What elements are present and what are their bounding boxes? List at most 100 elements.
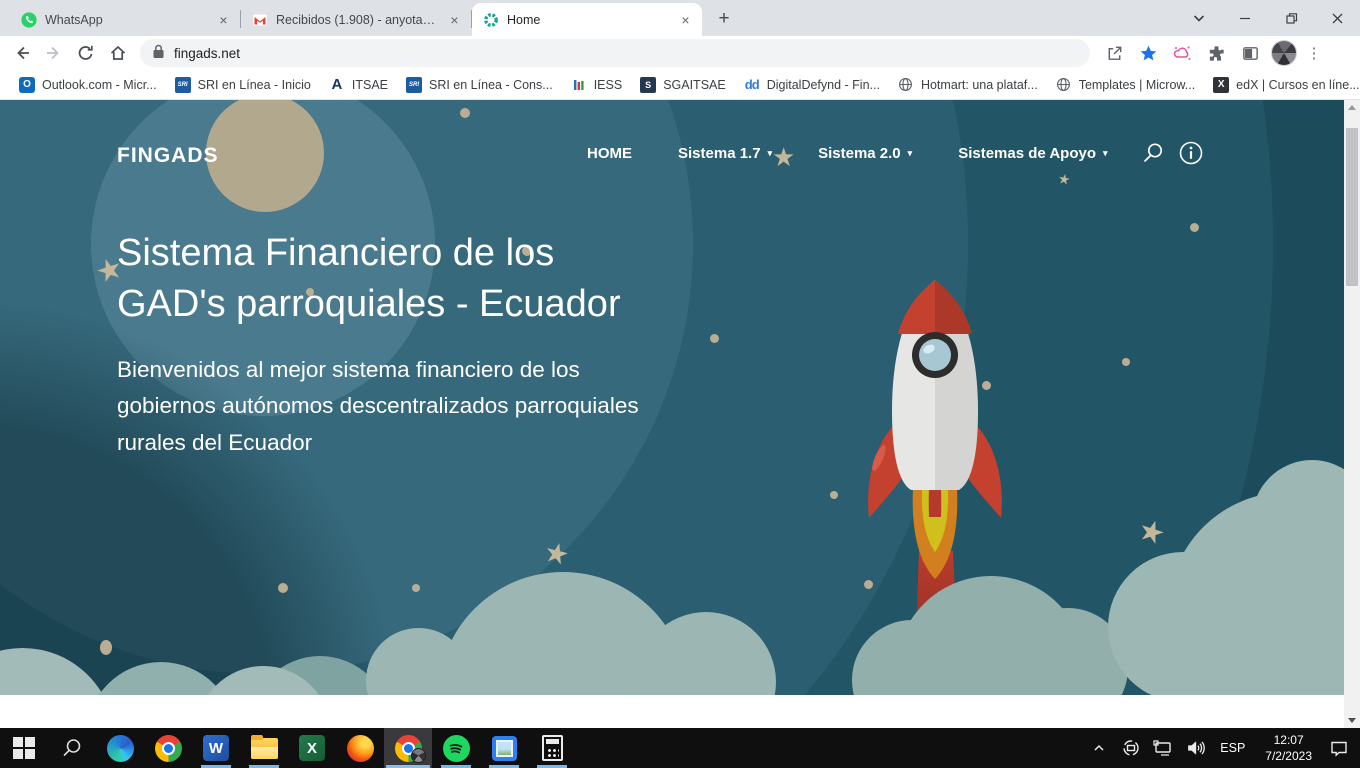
tab-title: WhatsApp xyxy=(45,13,207,27)
star-dot xyxy=(1122,358,1130,366)
star-dot xyxy=(278,583,288,593)
language-indicator[interactable]: ESP xyxy=(1214,741,1251,755)
browser-window: WhatsApp × Recibidos (1.908) - anyotaku1… xyxy=(0,0,1360,728)
bookmark-itsae[interactable]: A ITSAE xyxy=(320,73,397,97)
tray-volume-icon[interactable] xyxy=(1182,735,1208,761)
browser-menu-icon[interactable]: ⋮ xyxy=(1302,44,1326,62)
bookmark-label: SRI en Línea - Cons... xyxy=(429,78,553,92)
taskbar-photos[interactable] xyxy=(480,728,528,768)
action-center-icon[interactable] xyxy=(1326,735,1352,761)
bookmark-sri-consultas[interactable]: SRI SRI en Línea - Cons... xyxy=(397,73,562,97)
toolbar-actions: ⋮ xyxy=(1098,38,1326,68)
bookmark-edx[interactable]: X edX | Cursos en líne... xyxy=(1204,73,1360,97)
page-viewport: ★ ★ ★ ★ ★ xyxy=(0,100,1360,728)
taskbar-chrome[interactable] xyxy=(144,728,192,768)
moon-graphic xyxy=(206,100,324,212)
taskbar-edge[interactable] xyxy=(96,728,144,768)
bookmark-iess[interactable]: IESS xyxy=(562,73,632,97)
excel-icon: X xyxy=(299,735,325,761)
dropdown-caret-icon: ▾ xyxy=(768,148,773,159)
tray-cast-icon[interactable] xyxy=(1118,735,1144,761)
clock-time: 12:07 xyxy=(1265,732,1312,748)
scroll-down-arrow[interactable] xyxy=(1344,713,1360,728)
tab-close-icon[interactable]: × xyxy=(677,11,694,28)
tab-title: Home xyxy=(507,13,669,27)
tray-network-icon[interactable] xyxy=(1150,735,1176,761)
taskbar-firefox[interactable] xyxy=(336,728,384,768)
system-tray: ESP 12:07 7/2/2023 xyxy=(1086,732,1360,764)
nav-sistema-20[interactable]: Sistema 2.0 ▾ xyxy=(818,145,912,162)
nav-sistemas-apoyo[interactable]: Sistemas de Apoyo ▾ xyxy=(958,145,1107,162)
nav-label: Sistema 1.7 xyxy=(678,145,761,162)
clock[interactable]: 12:07 7/2/2023 xyxy=(1257,732,1320,764)
star-dot xyxy=(1190,223,1199,232)
taskbar-search-button[interactable] xyxy=(48,728,96,768)
tab-whatsapp[interactable]: WhatsApp × xyxy=(10,3,240,36)
bookmark-sri-inicio[interactable]: SRI SRI en Línea - Inicio xyxy=(166,73,320,97)
hero-section: Sistema Financiero de los GAD's parroqui… xyxy=(117,228,677,462)
hero-title: Sistema Financiero de los GAD's parroqui… xyxy=(117,228,662,330)
star-dot xyxy=(100,640,112,655)
site-search-icon[interactable] xyxy=(1140,140,1166,166)
windows-logo-icon xyxy=(13,737,35,759)
star-graphic: ★ xyxy=(1057,171,1072,187)
home-button[interactable] xyxy=(102,38,134,68)
back-button[interactable] xyxy=(6,38,38,68)
nav-label: Sistema 2.0 xyxy=(818,145,901,162)
bookmark-hotmart[interactable]: Hotmart: una plataf... xyxy=(889,73,1047,97)
fingads-favicon xyxy=(482,11,499,28)
scrollbar-thumb[interactable] xyxy=(1346,128,1358,286)
profile-avatar[interactable] xyxy=(1268,38,1300,68)
edge-icon xyxy=(107,735,134,762)
outlook-favicon: O xyxy=(19,77,35,93)
bookmark-digitaldefynd[interactable]: dd DigitalDefynd - Fin... xyxy=(735,73,889,97)
tab-gmail[interactable]: Recibidos (1.908) - anyotaku1606 × xyxy=(241,3,471,36)
taskbar-chrome-active[interactable] xyxy=(384,728,432,768)
taskbar-word[interactable]: W xyxy=(192,728,240,768)
bookmark-templates[interactable]: Templates | Microw... xyxy=(1047,73,1204,97)
whatsapp-favicon xyxy=(20,11,37,28)
taskbar-spotify[interactable] xyxy=(432,728,480,768)
share-icon[interactable] xyxy=(1098,38,1130,68)
bookmark-star-icon[interactable] xyxy=(1132,38,1164,68)
star-dot xyxy=(710,334,719,343)
extensions-puzzle-icon[interactable] xyxy=(1200,38,1232,68)
minimize-button[interactable] xyxy=(1222,0,1268,36)
tab-close-icon[interactable]: × xyxy=(446,11,463,28)
photos-icon xyxy=(492,736,517,761)
taskbar-excel[interactable]: X xyxy=(288,728,336,768)
site-logo[interactable]: FINGADS xyxy=(117,144,219,168)
tray-chevron-icon[interactable] xyxy=(1086,735,1112,761)
tab-search-button[interactable] xyxy=(1176,0,1222,36)
start-button[interactable] xyxy=(0,728,48,768)
bookmark-label: DigitalDefynd - Fin... xyxy=(767,78,880,92)
bookmark-label: SGAITSAE xyxy=(663,78,726,92)
forward-button[interactable] xyxy=(38,38,70,68)
scroll-up-arrow[interactable] xyxy=(1344,100,1360,115)
reload-button[interactable] xyxy=(70,38,102,68)
page-scrollbar[interactable] xyxy=(1344,100,1360,728)
profile-badge xyxy=(411,748,426,763)
desktop-screen: WhatsApp × Recibidos (1.908) - anyotaku1… xyxy=(0,0,1360,768)
new-tab-button[interactable]: + xyxy=(710,5,738,33)
word-icon: W xyxy=(203,735,229,761)
site-info-icon[interactable] xyxy=(1178,140,1204,166)
nav-sistema-17[interactable]: Sistema 1.7 ▾ xyxy=(678,145,772,162)
cloud-graphic xyxy=(1108,552,1258,695)
tab-close-icon[interactable]: × xyxy=(215,11,232,28)
restore-button[interactable] xyxy=(1268,0,1314,36)
address-bar[interactable]: fingads.net xyxy=(140,39,1090,67)
globe-favicon xyxy=(898,77,914,93)
extension-cloud-icon[interactable] xyxy=(1166,38,1198,68)
taskbar-calculator[interactable] xyxy=(528,728,576,768)
bookmark-outlook[interactable]: O Outlook.com - Micr... xyxy=(10,73,166,97)
tab-home-active[interactable]: Home × xyxy=(472,3,702,36)
side-panel-icon[interactable] xyxy=(1234,38,1266,68)
address-url[interactable]: fingads.net xyxy=(174,46,240,61)
taskbar-file-explorer[interactable] xyxy=(240,728,288,768)
bookmark-label: edX | Cursos en líne... xyxy=(1236,78,1359,92)
nav-home[interactable]: HOME xyxy=(587,145,632,162)
bookmark-sgaitsae[interactable]: S SGAITSAE xyxy=(631,73,735,97)
close-window-button[interactable] xyxy=(1314,0,1360,36)
lock-icon[interactable] xyxy=(152,44,165,62)
